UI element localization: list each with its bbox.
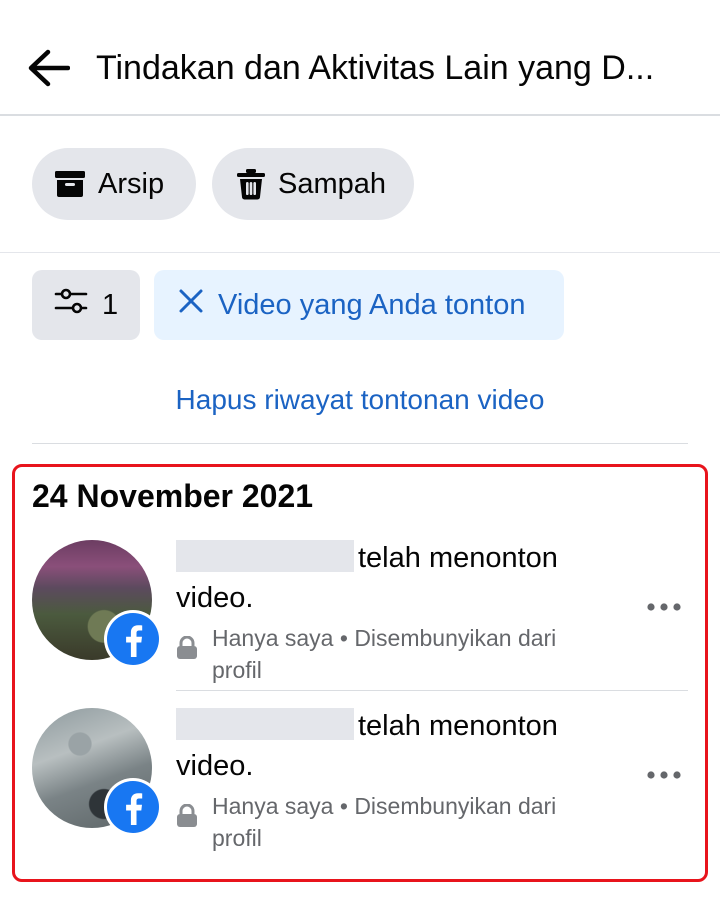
filter-count: 1	[102, 288, 119, 321]
lock-icon	[176, 803, 198, 833]
divider	[176, 690, 688, 691]
top-bar: Tindakan dan Aktivitas Lain yang D...	[0, 0, 720, 116]
trash-label: Sampah	[278, 167, 387, 200]
active-filter-chip[interactable]: Video yang Anda tonton	[154, 270, 564, 340]
activity-item[interactable]: telah menonton video. Hanya saya • Disem…	[32, 700, 688, 860]
more-icon	[647, 603, 681, 611]
filter-sliders-icon	[54, 288, 88, 322]
facebook-icon	[107, 781, 159, 833]
back-arrow-icon	[28, 49, 70, 87]
archive-label: Arsip	[98, 167, 165, 200]
facebook-badge	[104, 778, 162, 836]
divider	[32, 443, 688, 444]
facebook-badge	[104, 610, 162, 668]
facebook-icon	[107, 613, 159, 665]
page-title: Tindakan dan Aktivitas Lain yang D...	[96, 49, 655, 87]
clear-watch-history-link[interactable]: Hapus riwayat tontonan video	[0, 384, 720, 416]
privacy-label: Hanya saya	[212, 793, 334, 819]
activity-text: telah menonton	[358, 710, 558, 742]
archive-button[interactable]: Arsip	[32, 148, 196, 220]
trash-icon	[236, 168, 266, 200]
filter-button[interactable]: 1	[32, 270, 140, 340]
lock-icon	[176, 635, 198, 665]
divider	[0, 252, 720, 253]
active-filter-label: Video yang Anda tonton	[218, 288, 526, 321]
separator: •	[339, 625, 348, 651]
more-options-button[interactable]	[644, 592, 684, 622]
date-header: 24 November 2021	[32, 478, 314, 514]
close-icon[interactable]	[178, 288, 204, 322]
activity-meta: Hanya saya • Disembunyikan dari profil	[176, 622, 596, 686]
separator: •	[339, 793, 348, 819]
activity-item[interactable]: telah menonton video. Hanya saya • Disem…	[32, 532, 688, 692]
activity-meta: Hanya saya • Disembunyikan dari profil	[176, 790, 596, 854]
trash-button[interactable]: Sampah	[212, 148, 414, 220]
privacy-label: Hanya saya	[212, 625, 334, 651]
archive-icon	[54, 170, 86, 198]
activity-object: video.	[176, 750, 254, 782]
more-options-button[interactable]	[644, 760, 684, 790]
activity-text: telah menonton	[358, 542, 558, 574]
back-button[interactable]	[22, 42, 74, 94]
activity-object: video.	[176, 582, 254, 614]
more-icon	[647, 771, 681, 779]
